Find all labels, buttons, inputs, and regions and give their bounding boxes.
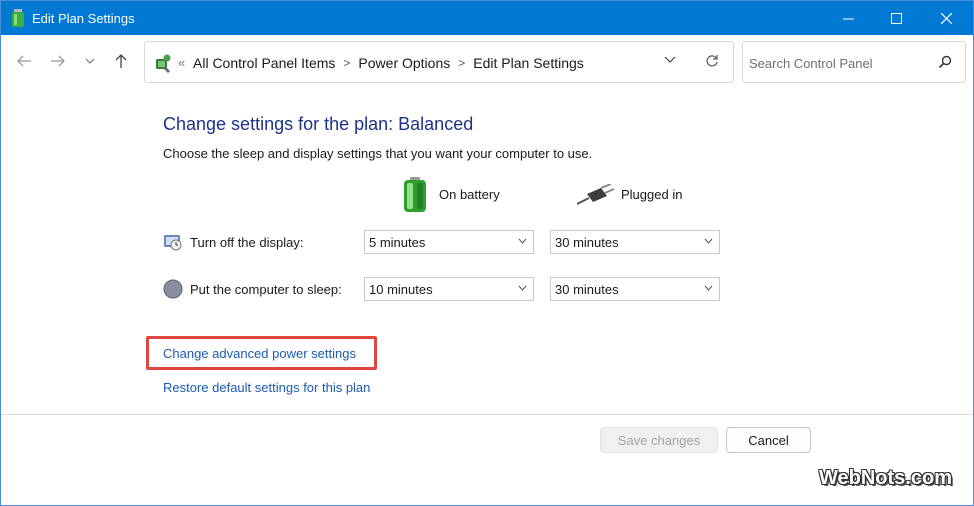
on-battery-header: On battery [439,187,500,202]
plug-icon [577,184,615,205]
display-on-battery-value: 5 minutes [369,235,426,250]
refresh-icon[interactable] [705,54,719,68]
address-bar[interactable]: « All Control Panel Items > Power Option… [144,41,734,83]
control-panel-icon [156,54,171,73]
up-button[interactable] [111,51,131,71]
window-title: Edit Plan Settings [32,11,135,26]
sleep-label: Put the computer to sleep: [190,282,342,297]
power-options-icon [12,9,24,27]
search-input[interactable] [749,54,929,72]
breadcrumb-edit-plan-settings[interactable]: Edit Plan Settings [473,55,584,71]
breadcrumb-separator-icon[interactable]: > [458,56,465,70]
minimize-button[interactable] [825,1,871,35]
breadcrumb: All Control Panel Items > Power Options … [193,55,584,71]
title-bar: Edit Plan Settings [1,1,973,35]
sleep-plugged-in-select[interactable]: 30 minutes [550,277,720,301]
sleep-icon [163,279,183,299]
chevron-down-icon [518,238,527,244]
save-changes-button[interactable]: Save changes [600,427,718,453]
up-arrow-icon [115,54,127,68]
display-icon [164,235,182,251]
plugged-in-header: Plugged in [621,187,683,202]
cancel-button[interactable]: Cancel [726,427,811,453]
battery-icon [404,177,426,212]
breadcrumb-overflow[interactable]: « [178,55,185,70]
maximize-icon [890,12,902,24]
chevron-down-icon [704,285,713,291]
close-button[interactable] [923,1,969,35]
forward-arrow-icon [51,55,65,67]
watermark: WebNots.com [819,467,952,489]
navigation-bar: « All Control Panel Items > Power Option… [1,35,973,89]
back-arrow-icon [17,55,31,67]
footer-divider [1,414,973,415]
display-plugged-in-select[interactable]: 30 minutes [550,230,720,254]
breadcrumb-power-options[interactable]: Power Options [358,55,450,71]
maximize-button[interactable] [873,1,919,35]
recent-locations-button[interactable] [80,51,100,71]
chevron-down-icon [704,238,713,244]
display-plugged-in-value: 30 minutes [555,235,619,250]
address-dropdown-icon[interactable] [664,56,676,64]
chevron-down-icon [518,285,527,291]
chevron-down-icon [85,58,95,64]
breadcrumb-separator-icon[interactable]: > [343,56,350,70]
sleep-plugged-in-value: 30 minutes [555,282,619,297]
search-box[interactable] [742,41,966,83]
breadcrumb-all-control-panel-items[interactable]: All Control Panel Items [193,55,335,71]
minimize-icon [842,18,854,19]
page-title: Change settings for the plan: Balanced [163,114,474,134]
back-button[interactable] [14,51,34,71]
display-on-battery-select[interactable]: 5 minutes [364,230,534,254]
edit-plan-settings-window: Edit Plan Settings « All Control Panel I… [0,0,974,506]
change-advanced-power-settings-link[interactable]: Change advanced power settings [163,346,356,361]
turn-off-display-label: Turn off the display: [190,235,304,250]
restore-default-settings-link[interactable]: Restore default settings for this plan [163,380,370,395]
sleep-on-battery-value: 10 minutes [369,282,433,297]
search-icon[interactable] [938,55,952,69]
sleep-on-battery-select[interactable]: 10 minutes [364,277,534,301]
forward-button[interactable] [48,51,68,71]
page-subtitle: Choose the sleep and display settings th… [163,146,593,161]
close-icon [940,12,952,24]
